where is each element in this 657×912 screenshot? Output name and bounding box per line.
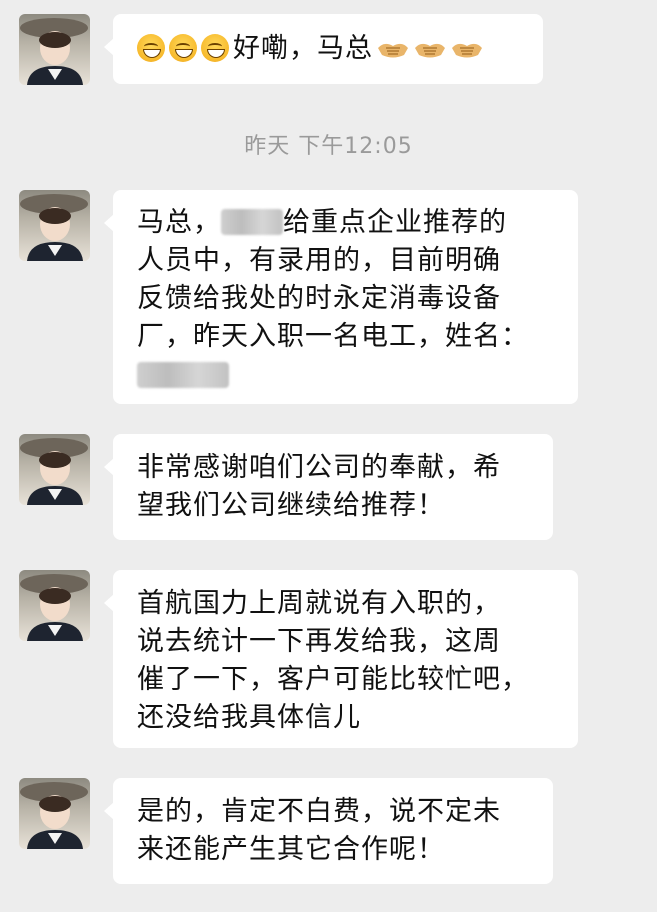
message-line: 首航国力上周就说有入职的， bbox=[137, 588, 501, 619]
message-bubble[interactable]: 非常感谢咱们公司的奉献，希 望我们公司继续给推荐！ bbox=[104, 434, 553, 540]
redacted-name bbox=[221, 209, 283, 235]
message-bubble[interactable]: 首航国力上周就说有入职的， 说去统计一下再发给我，这周 催了一下，客户可能比较忙… bbox=[104, 570, 578, 748]
message-line: 说去统计一下再发给我，这周 bbox=[137, 626, 501, 657]
handshake-icon bbox=[450, 33, 484, 58]
message-line: 催了一下，客户可能比较忙吧， bbox=[137, 664, 529, 695]
grinning-face-icon bbox=[169, 34, 197, 62]
message-bubble[interactable]: 马总， 给重点企业推荐的 人员中，有录用的，目前明确 反馈给我处的时永定消毒设备 … bbox=[104, 190, 578, 404]
avatar[interactable] bbox=[19, 778, 90, 849]
message-line: 还没给我具体信儿 bbox=[137, 702, 361, 733]
chat-window: 好嘞，马总 昨天 下午12:05 马总， 给重点企业推荐的 人员中，有录用的，目前… bbox=[0, 0, 657, 912]
message-line: 马总， 给重点企业推荐的 bbox=[137, 207, 507, 238]
redacted-name bbox=[137, 362, 229, 388]
chat-timestamp: 昨天 下午12:05 bbox=[244, 134, 413, 159]
grinning-face-icon bbox=[137, 34, 165, 62]
avatar[interactable] bbox=[19, 434, 90, 505]
message-line: 来还能产生其它合作呢！ bbox=[137, 834, 445, 865]
message-text: 好嘞，马总 bbox=[233, 33, 373, 64]
avatar[interactable] bbox=[19, 190, 90, 261]
message-bubble[interactable]: 好嘞，马总 bbox=[104, 14, 543, 84]
message-bubble[interactable]: 是的，肯定不白费，说不定未 来还能产生其它合作呢！ bbox=[104, 778, 553, 884]
handshake-icon bbox=[413, 33, 447, 58]
grinning-face-icon bbox=[201, 34, 229, 62]
avatar[interactable] bbox=[19, 14, 90, 85]
message-line: 非常感谢咱们公司的奉献，希 bbox=[137, 452, 501, 483]
message-line: 厂，昨天入职一名电工，姓名： bbox=[137, 321, 529, 352]
handshake-icon bbox=[376, 33, 410, 58]
avatar[interactable] bbox=[19, 570, 90, 641]
message-line bbox=[137, 356, 578, 395]
message-line: 望我们公司继续给推荐！ bbox=[137, 490, 445, 521]
message-line: 反馈给我处的时永定消毒设备 bbox=[137, 283, 501, 314]
message-line: 是的，肯定不白费，说不定未 bbox=[137, 796, 501, 827]
message-line: 人员中，有录用的，目前明确 bbox=[137, 245, 501, 276]
